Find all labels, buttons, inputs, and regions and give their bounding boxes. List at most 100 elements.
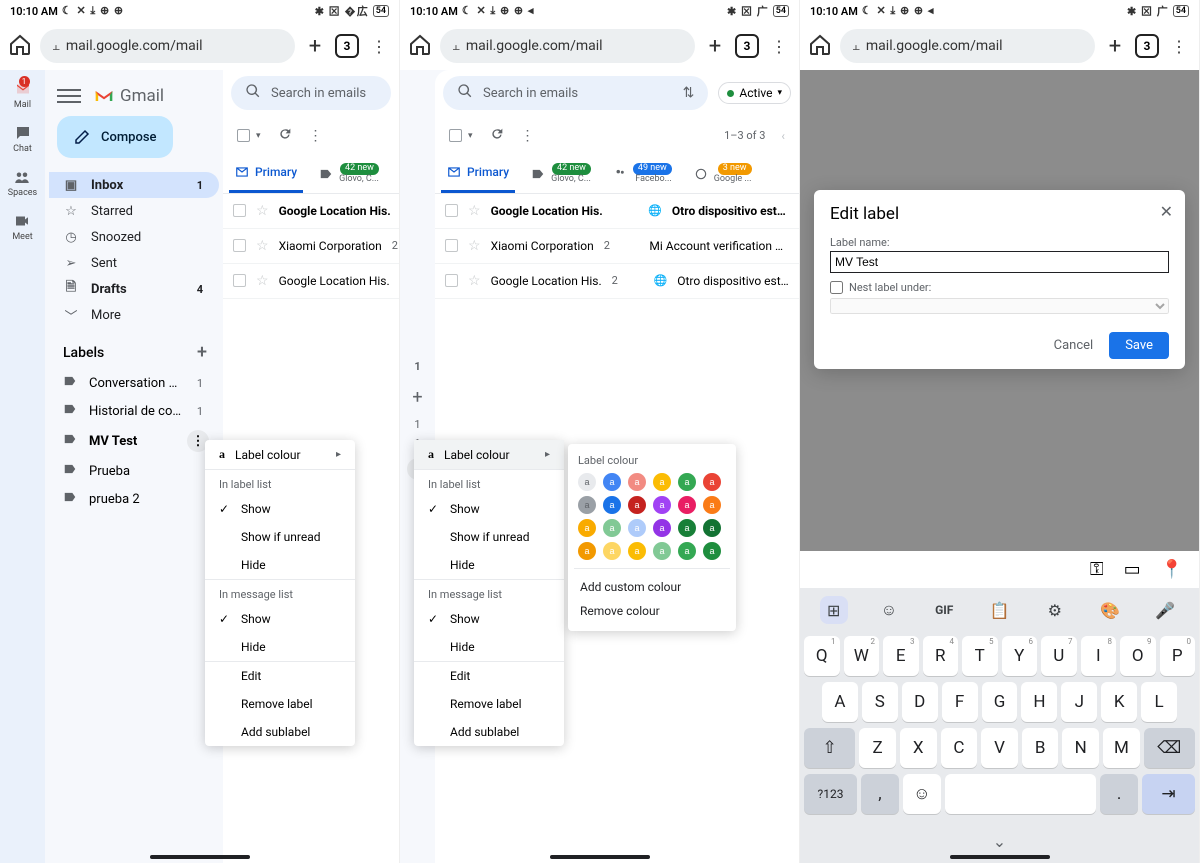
nav-snoozed[interactable]: ◷Snoozed — [49, 224, 219, 250]
menu-show-if-unread[interactable]: Show if unread — [205, 523, 355, 551]
label-mv-test[interactable]: MV Test⋮ — [49, 425, 219, 457]
colour-swatch[interactable]: a — [628, 519, 646, 537]
key-h[interactable]: H — [1021, 682, 1057, 722]
menu-msg-show[interactable]: ✓Show — [414, 605, 564, 633]
rail-mail[interactable]: 1 Mail — [14, 80, 32, 110]
more-button[interactable]: ⋮ — [309, 128, 323, 144]
colour-swatch[interactable]: a — [603, 496, 621, 514]
key-s[interactable]: S — [862, 682, 898, 722]
space-key[interactable] — [945, 774, 1096, 814]
home-icon[interactable] — [808, 33, 832, 60]
nav-drafts[interactable]: 🗎Drafts4 — [49, 276, 219, 302]
menu-add-sublabel[interactable]: Add sublabel — [205, 718, 355, 746]
hamburger-icon[interactable] — [57, 84, 81, 108]
nav-more[interactable]: ﹀More — [49, 302, 219, 328]
label-conversation-history[interactable]: Conversation History1 — [49, 369, 219, 397]
add-label-button[interactable]: + — [404, 387, 431, 408]
key-r[interactable]: R4 — [923, 636, 959, 676]
home-icon[interactable] — [408, 33, 432, 60]
label-historial[interactable]: Historial de convers...1 — [49, 397, 219, 425]
key-t[interactable]: T5 — [962, 636, 998, 676]
add-label-button[interactable]: + — [197, 342, 207, 363]
new-tab-button[interactable]: + — [1103, 34, 1127, 58]
kb-gif-icon[interactable]: GIF — [930, 596, 958, 624]
colour-swatch[interactable]: a — [628, 496, 646, 514]
close-button[interactable]: ✕ — [1160, 202, 1173, 221]
shift-key[interactable]: ⇧ — [804, 728, 855, 768]
mail-row[interactable]: ☆Google Location His.🌐Otro dispositivo e… — [435, 194, 799, 229]
colour-swatch[interactable]: a — [703, 473, 721, 491]
site-settings-icon[interactable]: ⫠ — [852, 39, 860, 54]
star-toggle[interactable]: ☆ — [256, 238, 269, 254]
label-colour-submenu[interactable]: Label colour aaaaaaaaaaaaaaaaaaaaaaaa Ad… — [568, 444, 736, 631]
mail-row[interactable]: ☆Google Location His. — [223, 194, 399, 229]
status-active-chip[interactable]: Active▾ — [718, 82, 791, 104]
menu-edit[interactable]: Edit — [414, 662, 564, 690]
nav-sent[interactable]: ➢Sent — [49, 250, 219, 276]
password-key-icon[interactable]: ⚿ — [1090, 559, 1104, 580]
home-gesture-bar[interactable] — [550, 855, 650, 859]
label-context-menu[interactable]: aLabel colour▸ In label list ✓Show Show … — [205, 440, 355, 746]
kb-clipboard-icon[interactable]: 📋 — [985, 596, 1013, 624]
site-settings-icon[interactable]: ⫠ — [452, 39, 460, 54]
menu-msg-show[interactable]: ✓Show — [205, 605, 355, 633]
key-b[interactable]: B — [1022, 728, 1059, 768]
menu-show-if-unread[interactable]: Show if unread — [414, 523, 564, 551]
new-tab-button[interactable]: + — [303, 34, 327, 58]
refresh-button[interactable] — [489, 126, 505, 145]
key-w[interactable]: W2 — [844, 636, 880, 676]
colour-swatch[interactable]: a — [653, 473, 671, 491]
menu-show[interactable]: ✓Show — [414, 495, 564, 523]
key-u[interactable]: U7 — [1041, 636, 1077, 676]
url-bar[interactable]: ⫠mail.google.com/mail — [440, 29, 695, 63]
mail-row[interactable]: ☆Xiaomi Corporation 2Mi Account verifica… — [435, 229, 799, 264]
kb-sticker-icon[interactable]: ☺ — [875, 596, 903, 624]
rail-chat[interactable]: Chat — [13, 124, 32, 154]
rail-meet[interactable]: Meet — [12, 212, 32, 242]
key-z[interactable]: Z — [859, 728, 896, 768]
prev-page-button[interactable]: ‹ — [781, 129, 785, 143]
star-toggle[interactable]: ☆ — [468, 203, 481, 219]
browser-menu-icon[interactable]: ⋮ — [367, 34, 391, 58]
select-all-checkbox[interactable] — [449, 129, 462, 142]
key-m[interactable]: M — [1103, 728, 1140, 768]
row-checkbox[interactable] — [445, 239, 458, 252]
key-l[interactable]: L — [1141, 682, 1177, 722]
tab-primary[interactable]: Primary — [229, 155, 303, 193]
tab-primary[interactable]: Primary — [441, 155, 515, 193]
label-name-input[interactable] — [830, 251, 1169, 273]
tab-switcher[interactable]: 3 — [1135, 34, 1159, 58]
search-input[interactable]: Search in emails ⇅ — [443, 76, 708, 110]
menu-msg-hide[interactable]: Hide — [205, 633, 355, 661]
comma-key[interactable]: , — [861, 774, 899, 814]
emoji-key[interactable]: ☺ — [903, 774, 941, 814]
compose-button[interactable]: Compose — [57, 116, 173, 158]
menu-remove-label[interactable]: Remove label — [414, 690, 564, 718]
kb-apps-icon[interactable]: ⊞ — [820, 596, 848, 624]
tab-promotions[interactable]: 42 newGlovo, C... — [313, 155, 385, 193]
home-gesture-bar[interactable] — [150, 855, 250, 859]
menu-edit[interactable]: Edit — [205, 662, 355, 690]
colour-swatch[interactable]: a — [603, 473, 621, 491]
colour-swatch[interactable]: a — [603, 542, 621, 560]
key-q[interactable]: Q1 — [804, 636, 840, 676]
row-checkbox[interactable] — [233, 204, 246, 217]
tab-promotions[interactable]: 42 newGlovo, C... — [525, 155, 597, 193]
select-dropdown-icon[interactable]: ▾ — [256, 131, 261, 141]
colour-swatch[interactable]: a — [703, 496, 721, 514]
colour-swatch[interactable]: a — [628, 542, 646, 560]
card-icon[interactable]: ▭ — [1124, 559, 1141, 580]
star-toggle[interactable]: ☆ — [256, 203, 269, 219]
key-c[interactable]: C — [941, 728, 978, 768]
key-i[interactable]: I8 — [1081, 636, 1117, 676]
home-icon[interactable] — [8, 33, 32, 60]
menu-add-sublabel[interactable]: Add sublabel — [414, 718, 564, 746]
key-y[interactable]: Y6 — [1002, 636, 1038, 676]
row-checkbox[interactable] — [445, 204, 458, 217]
key-a[interactable]: A — [822, 682, 858, 722]
period-key[interactable]: . — [1100, 774, 1138, 814]
remove-colour[interactable]: Remove colour — [578, 597, 726, 621]
more-button[interactable]: ⋮ — [521, 128, 535, 144]
colour-swatch[interactable]: a — [578, 542, 596, 560]
colour-swatch[interactable]: a — [603, 519, 621, 537]
